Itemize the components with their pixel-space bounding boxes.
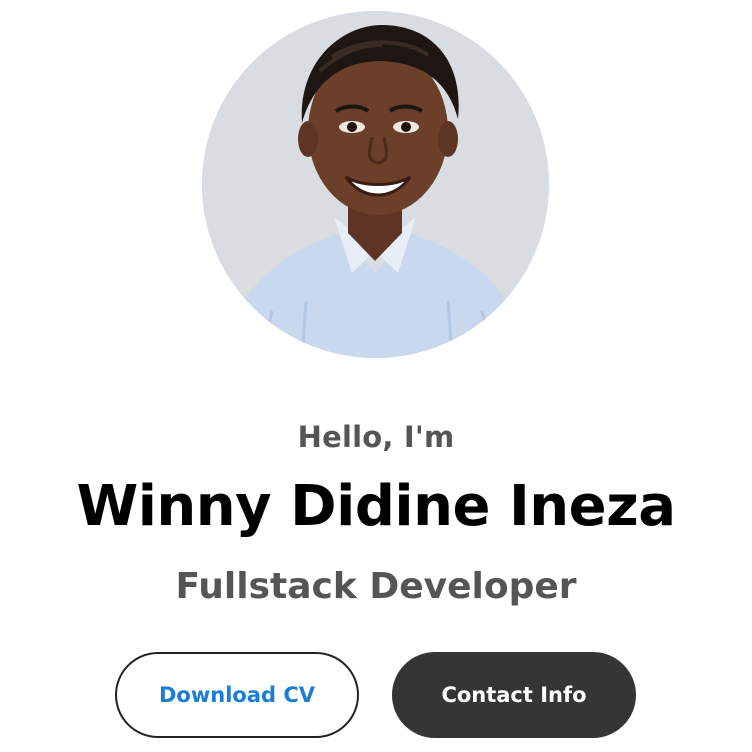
- greeting-text: Hello, I'm: [297, 420, 455, 454]
- developer-role: Fullstack Developer: [175, 566, 577, 607]
- contact-info-button[interactable]: Contact Info: [392, 652, 636, 738]
- contact-info-label: Contact Info: [441, 683, 587, 707]
- developer-name: Winny Didine Ineza: [76, 474, 676, 539]
- download-cv-label: Download CV: [158, 683, 315, 707]
- profile-photo: [202, 11, 549, 358]
- download-cv-button[interactable]: Download CV: [115, 652, 359, 738]
- profile-portrait-illustration: [202, 11, 549, 358]
